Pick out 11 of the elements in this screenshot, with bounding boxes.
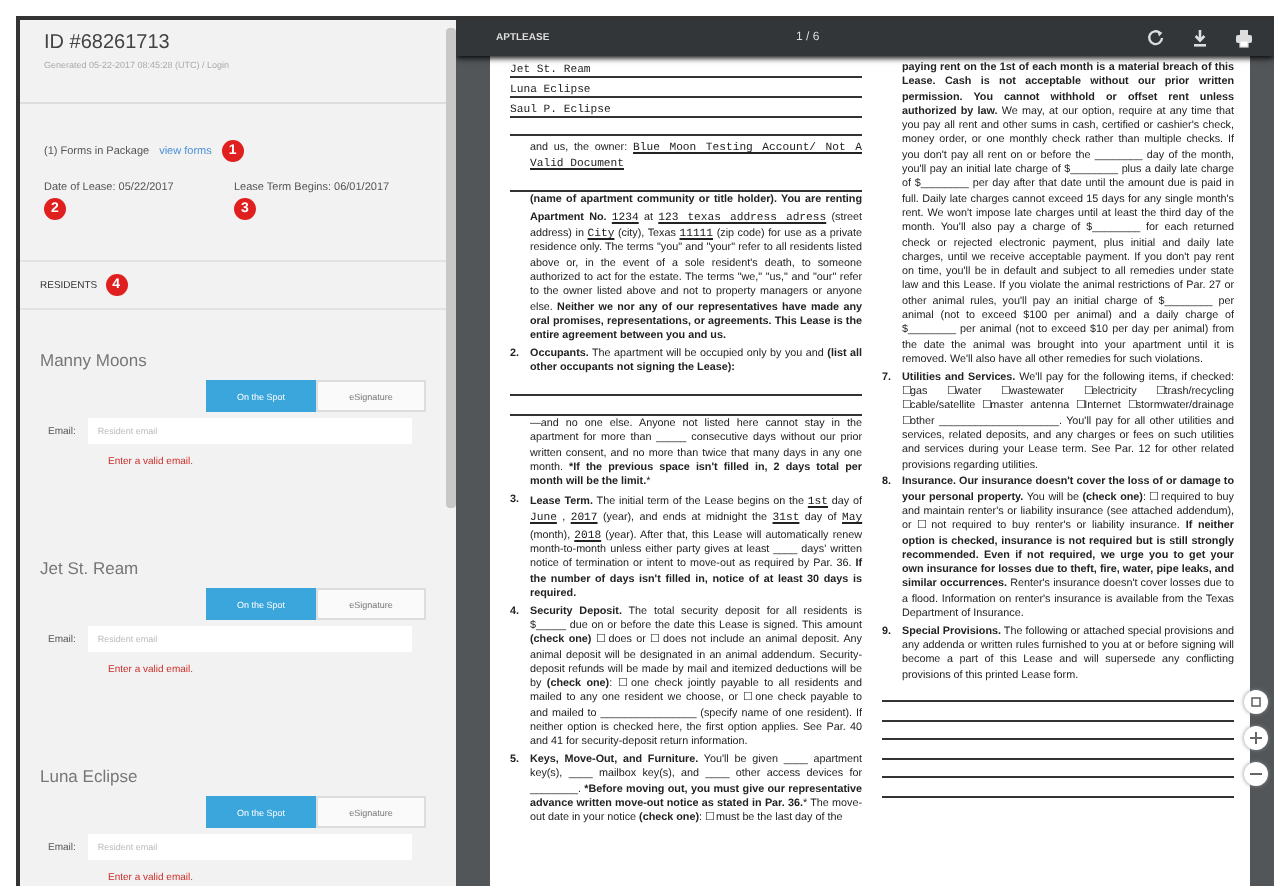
resident-name: Luna Eclipse (40, 766, 138, 786)
resident-name: Jet St. Ream (40, 558, 139, 578)
refresh-icon[interactable] (1146, 28, 1166, 48)
download-icon[interactable] (1190, 28, 1210, 48)
fit-page-icon[interactable] (1244, 690, 1268, 714)
zoom-out-icon[interactable] (1244, 762, 1268, 786)
zoom-in-icon[interactable] (1244, 726, 1268, 750)
print-icon[interactable] (1234, 28, 1254, 48)
lease-id: ID #68261713 (44, 32, 172, 54)
scrollbar-thumb[interactable] (446, 28, 456, 508)
resident-name: Manny Moons (40, 350, 147, 370)
